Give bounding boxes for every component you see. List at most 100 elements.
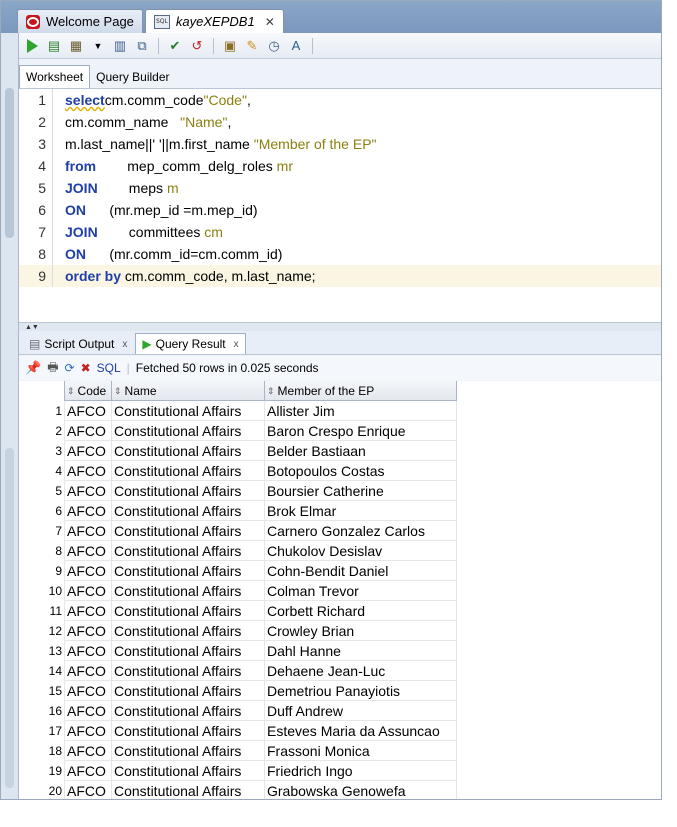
close-icon[interactable]: x <box>122 339 127 350</box>
cell-name[interactable]: Constitutional Affairs <box>112 781 265 799</box>
cell-code[interactable]: AFCO <box>65 761 112 781</box>
editor-line[interactable]: 9 order by cm.comm_code, m.last_name; <box>19 265 661 287</box>
cell-member[interactable]: Duff Andrew <box>265 701 457 721</box>
table-row[interactable]: 7 AFCO Constitutional Affairs Carnero Gonza… <box>19 521 457 541</box>
cell-member[interactable]: Allister Jim <box>265 401 457 421</box>
cell-code[interactable]: AFCO <box>65 421 112 441</box>
code-text[interactable]: ON (mr.comm_id=cm.comm_id) <box>53 246 282 262</box>
cell-code[interactable]: AFCO <box>65 521 112 541</box>
table-row[interactable]: 19 AFCO Constitutional Affairs Friedrich In… <box>19 761 457 781</box>
editor-line[interactable]: 3 m.last_name||' '||m.first_name "Member … <box>19 133 661 155</box>
table-row[interactable]: 3 AFCO Constitutional Affairs Belder Bastia… <box>19 441 457 461</box>
column-header-member[interactable]: ⇕ Member of the EP <box>265 381 457 401</box>
table-row[interactable]: 20 AFCO Constitutional Affairs Grabowska Ge… <box>19 781 457 799</box>
code-text[interactable]: JOIN meps m <box>53 180 179 196</box>
table-row[interactable]: 11 AFCO Constitutional Affairs Corbett Rich… <box>19 601 457 621</box>
cell-name[interactable]: Constitutional Affairs <box>112 641 265 661</box>
table-row[interactable]: 2 AFCO Constitutional Affairs Baron Crespo … <box>19 421 457 441</box>
tab-query-builder[interactable]: Query Builder <box>90 66 175 88</box>
table-row[interactable]: 17 AFCO Constitutional Affairs Esteves Mari… <box>19 721 457 741</box>
delete-icon[interactable]: ✖ <box>81 361 91 375</box>
autotrace-icon[interactable]: ▦ <box>67 37 85 55</box>
cell-name[interactable]: Constitutional Affairs <box>112 541 265 561</box>
cell-member[interactable]: Crowley Brian <box>265 621 457 641</box>
code-text[interactable]: from mep_comm_delg_roles mr <box>53 158 293 174</box>
code-text[interactable]: ON (mr.mep_id =m.mep_id) <box>53 202 258 218</box>
cell-member[interactable]: Colman Trevor <box>265 581 457 601</box>
editor-line[interactable]: 5 JOIN meps m <box>19 177 661 199</box>
sql-tuning-icon[interactable]: ⧉ <box>133 37 151 55</box>
code-text[interactable]: order by cm.comm_code, m.last_name; <box>53 268 316 284</box>
close-icon[interactable]: x <box>234 339 239 350</box>
cell-member[interactable]: Cohn-Bendit Daniel <box>265 561 457 581</box>
cell-name[interactable]: Constitutional Affairs <box>112 601 265 621</box>
cell-code[interactable]: AFCO <box>65 621 112 641</box>
refresh-icon[interactable]: ⟳ <box>65 361 75 375</box>
cell-name[interactable]: Constitutional Affairs <box>112 401 265 421</box>
cell-member[interactable]: Brok Elmar <box>265 501 457 521</box>
tab-welcome-page[interactable]: Welcome Page <box>17 9 143 33</box>
table-row[interactable]: 8 AFCO Constitutional Affairs Chukolov Desi… <box>19 541 457 561</box>
code-text[interactable]: JOIN committees cm <box>53 224 223 240</box>
cell-member[interactable]: Dahl Hanne <box>265 641 457 661</box>
table-row[interactable]: 14 AFCO Constitutional Affairs Dehaene Jean… <box>19 661 457 681</box>
rollback-icon[interactable]: ↺ <box>188 37 206 55</box>
run-statement-icon[interactable] <box>23 37 41 55</box>
column-header-name[interactable]: ⇕ Name <box>112 381 265 401</box>
editor-line[interactable]: 7 JOIN committees cm <box>19 221 661 243</box>
close-icon[interactable]: ✕ <box>265 15 275 29</box>
history-icon[interactable]: ◷ <box>265 37 283 55</box>
cell-name[interactable]: Constitutional Affairs <box>112 661 265 681</box>
sort-icon[interactable]: ⇕ <box>67 386 75 397</box>
cell-member[interactable]: Grabowska Genowefa <box>265 781 457 799</box>
sort-icon[interactable]: ⇕ <box>267 386 275 397</box>
table-row[interactable]: 5 AFCO Constitutional Affairs Boursier Cath… <box>19 481 457 501</box>
cell-name[interactable]: Constitutional Affairs <box>112 561 265 581</box>
cell-code[interactable]: AFCO <box>65 581 112 601</box>
cell-code[interactable]: AFCO <box>65 501 112 521</box>
table-row[interactable]: 15 AFCO Constitutional Affairs Demetriou Pa… <box>19 681 457 701</box>
code-text[interactable]: m.last_name||' '||m.first_name "Member o… <box>53 136 377 152</box>
cell-code[interactable]: AFCO <box>65 741 112 761</box>
cell-code[interactable]: AFCO <box>65 701 112 721</box>
cell-code[interactable]: AFCO <box>65 401 112 421</box>
collapse-arrows-icon[interactable]: ▲▼ <box>25 324 39 331</box>
run-script-icon[interactable]: ▤ <box>45 37 63 55</box>
table-row[interactable]: 12 AFCO Constitutional Affairs Crowley Bria… <box>19 621 457 641</box>
cell-code[interactable]: AFCO <box>65 681 112 701</box>
cell-member[interactable]: Dehaene Jean-Luc <box>265 661 457 681</box>
tab-worksheet[interactable]: Worksheet <box>19 65 91 88</box>
cell-member[interactable]: Frassoni Monica <box>265 741 457 761</box>
editor-line[interactable]: 8 ON (mr.comm_id=cm.comm_id) <box>19 243 661 265</box>
editor-line[interactable]: 2 cm.comm_name "Name", <box>19 111 661 133</box>
cell-member[interactable]: Chukolov Desislav <box>265 541 457 561</box>
cell-name[interactable]: Constitutional Affairs <box>112 741 265 761</box>
table-row[interactable]: 18 AFCO Constitutional Affairs Frassoni Mon… <box>19 741 457 761</box>
cell-member[interactable]: Baron Crespo Enrique <box>265 421 457 441</box>
cell-name[interactable]: Constitutional Affairs <box>112 441 265 461</box>
cell-name[interactable]: Constitutional Affairs <box>112 681 265 701</box>
print-icon[interactable]: 🖶 <box>47 358 58 379</box>
tab-script-output[interactable]: ▤ Script Output x <box>23 334 133 354</box>
cell-name[interactable]: Constitutional Affairs <box>112 721 265 741</box>
commit-icon[interactable]: ✔ <box>166 37 184 55</box>
cell-member[interactable]: Demetriou Panayiotis <box>265 681 457 701</box>
code-text[interactable]: selectcm.comm_code"Code", <box>53 92 251 108</box>
table-row[interactable]: 9 AFCO Constitutional Affairs Cohn-Bendit D… <box>19 561 457 581</box>
cell-code[interactable]: AFCO <box>65 601 112 621</box>
sql-link[interactable]: SQL <box>97 361 121 375</box>
cell-code[interactable]: AFCO <box>65 541 112 561</box>
explain-plan-icon[interactable]: ▥ <box>111 37 129 55</box>
cell-code[interactable]: AFCO <box>65 441 112 461</box>
cell-name[interactable]: Constitutional Affairs <box>112 581 265 601</box>
table-row[interactable]: 13 AFCO Constitutional Affairs Dahl Hanne <box>19 641 457 661</box>
cell-member[interactable]: Corbett Richard <box>265 601 457 621</box>
editor-line[interactable]: 4 from mep_comm_delg_roles mr <box>19 155 661 177</box>
table-row[interactable]: 4 AFCO Constitutional Affairs Botopoulos Co… <box>19 461 457 481</box>
cell-code[interactable]: AFCO <box>65 641 112 661</box>
chevron-down-icon[interactable]: ▼ <box>89 37 107 55</box>
cell-code[interactable]: AFCO <box>65 781 112 799</box>
cell-name[interactable]: Constitutional Affairs <box>112 481 265 501</box>
editor-line[interactable]: 6 ON (mr.mep_id =m.mep_id) <box>19 199 661 221</box>
pin-icon[interactable]: 📌 <box>25 360 41 376</box>
